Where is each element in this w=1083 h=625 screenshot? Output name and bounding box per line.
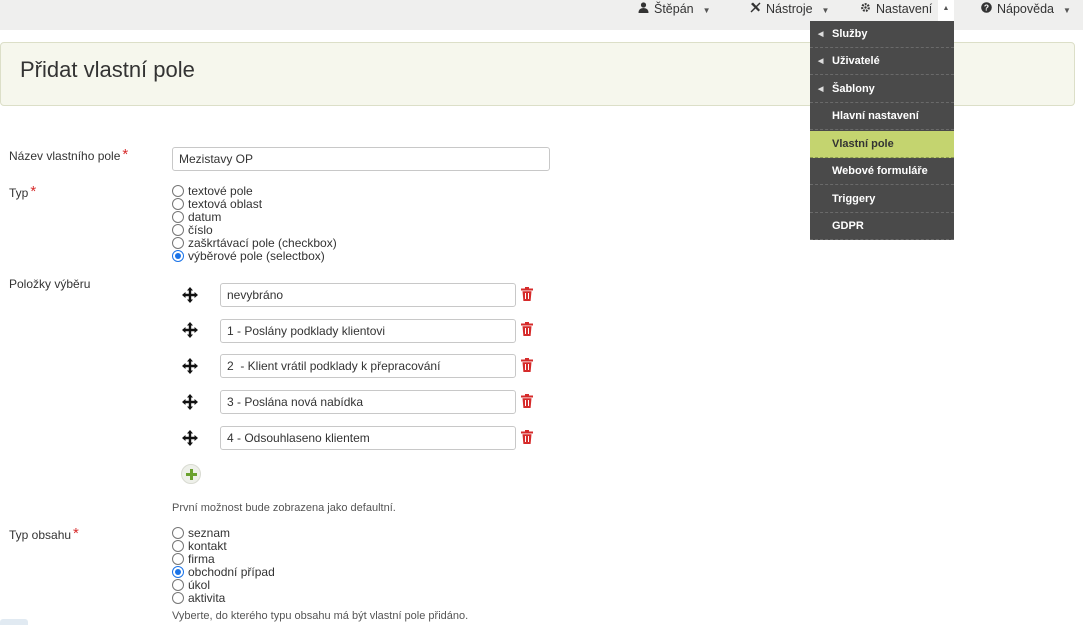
bottom-corner-element	[0, 619, 28, 625]
help-icon: ?	[980, 1, 992, 19]
settings-menu-label: Nastavení	[876, 2, 933, 16]
type-option-label: výběrové pole (selectbox)	[188, 249, 325, 263]
type-option-label: textová oblast	[188, 197, 263, 211]
tools-menu-label: Nástroje	[766, 2, 813, 16]
content-option-label: kontakt	[188, 539, 227, 553]
menu-item-triggers[interactable]: Triggery	[810, 186, 954, 213]
chevron-down-icon: ▼	[702, 6, 711, 15]
type-option-label: zaškrtávací pole (checkbox)	[188, 236, 337, 250]
user-menu[interactable]: Štěpán ▼	[637, 0, 711, 18]
add-item-button[interactable]	[181, 464, 201, 484]
svg-text:?: ?	[983, 3, 988, 13]
select-item-input[interactable]	[220, 390, 516, 414]
radio-button[interactable]	[172, 224, 184, 236]
help-menu[interactable]: ? Nápověda ▼	[980, 0, 1071, 18]
radio-button[interactable]	[172, 527, 184, 539]
page-title: Přidat vlastní pole	[20, 57, 195, 82]
radio-button[interactable]	[172, 553, 184, 565]
user-menu-label: Štěpán	[654, 2, 694, 16]
settings-dropdown: ◀ Služby ◀ Uživatelé ◀ Šablony Hlavní nasta…	[810, 21, 954, 240]
chevron-down-icon: ▼	[821, 6, 830, 15]
menu-item-label: Webové formuláře	[832, 165, 928, 177]
required-mark: *	[30, 183, 37, 200]
type-field-label: Typ *	[9, 183, 37, 201]
content-option-label: seznam	[188, 526, 231, 540]
content-type-hint: Vyberte, do kterého typu obsahu má být v…	[172, 610, 469, 622]
radio-button-selected[interactable]	[172, 250, 184, 262]
menu-item-gdpr[interactable]: GDPR	[810, 213, 954, 240]
trash-icon[interactable]	[520, 287, 534, 301]
select-item-input[interactable]	[220, 319, 516, 343]
chevron-down-icon: ▼	[1063, 6, 1071, 15]
type-label-text: Typ	[9, 186, 29, 200]
content-option-label: aktivita	[188, 591, 226, 605]
tools-menu[interactable]: Nástroje ▼	[749, 0, 829, 18]
menu-item-custom-fields[interactable]: Vlastní pole	[810, 131, 954, 158]
menu-item-web-forms[interactable]: Webové formuláře	[810, 158, 954, 185]
radio-button[interactable]	[172, 185, 184, 197]
move-icon[interactable]	[182, 322, 198, 338]
radio-button-selected[interactable]	[172, 566, 184, 578]
menu-item-services[interactable]: ◀ Služby	[810, 21, 954, 48]
type-option[interactable]: výběrové pole (selectbox)	[172, 250, 325, 263]
custom-field-name-input[interactable]	[172, 147, 550, 171]
required-mark: *	[122, 146, 129, 163]
radio-button[interactable]	[172, 211, 184, 223]
trash-icon[interactable]	[520, 430, 534, 444]
chevron-left-icon: ◀	[818, 58, 824, 65]
name-field-label: Název vlastního pole *	[9, 146, 129, 164]
move-icon[interactable]	[182, 394, 198, 410]
select-item-input[interactable]	[220, 354, 516, 378]
content-type-label: Typ obsahu *	[9, 525, 79, 543]
move-icon[interactable]	[182, 287, 198, 303]
menu-item-label: GDPR	[832, 220, 864, 232]
content-type-label-text: Typ obsahu	[9, 528, 72, 542]
settings-menu-toggle[interactable]: ▲	[938, 0, 954, 22]
menu-item-label: Uživatelé	[832, 55, 880, 67]
user-icon	[637, 1, 649, 19]
radio-button[interactable]	[172, 592, 184, 604]
radio-button[interactable]	[172, 237, 184, 249]
move-icon[interactable]	[182, 358, 198, 374]
chevron-left-icon: ◀	[818, 86, 824, 93]
menu-item-label: Šablony	[832, 83, 875, 95]
trash-icon[interactable]	[520, 394, 534, 408]
content-option-label: firma	[188, 552, 215, 566]
radio-button[interactable]	[172, 540, 184, 552]
radio-button[interactable]	[172, 198, 184, 210]
settings-menu[interactable]: Nastavení	[859, 0, 932, 18]
menu-item-label: Služby	[832, 28, 868, 40]
menu-item-label: Hlavní nastavení	[832, 110, 919, 122]
type-option-label: datum	[188, 210, 222, 224]
name-label-text: Název vlastního pole	[9, 149, 121, 163]
help-menu-label: Nápověda	[997, 2, 1054, 16]
select-item-input[interactable]	[220, 426, 516, 450]
radio-button[interactable]	[172, 579, 184, 591]
move-icon[interactable]	[182, 430, 198, 446]
content-option[interactable]: aktivita	[172, 592, 225, 605]
menu-item-label: Triggery	[832, 193, 876, 205]
trash-icon[interactable]	[520, 358, 534, 372]
required-mark: *	[73, 525, 79, 542]
type-option-label: číslo	[188, 223, 213, 237]
content-option-label: úkol	[188, 578, 211, 592]
trash-icon[interactable]	[520, 322, 534, 336]
menu-item-label: Vlastní pole	[832, 138, 894, 150]
tools-icon	[749, 1, 761, 19]
select-item-input[interactable]	[220, 283, 516, 307]
chevron-up-icon: ▲	[942, 5, 950, 12]
content-option-label: obchodní případ	[188, 565, 275, 579]
type-option-label: textové pole	[188, 184, 253, 198]
menu-item-users[interactable]: ◀ Uživatelé	[810, 48, 954, 75]
menu-item-templates[interactable]: ◀ Šablony	[810, 76, 954, 103]
items-hint: První možnost bude zobrazena jako defaul…	[172, 502, 396, 514]
gear-icon	[859, 1, 871, 19]
menu-item-main-settings[interactable]: Hlavní nastavení	[810, 103, 954, 130]
chevron-left-icon: ◀	[818, 31, 824, 38]
items-field-label: Položky výběru	[9, 277, 91, 291]
